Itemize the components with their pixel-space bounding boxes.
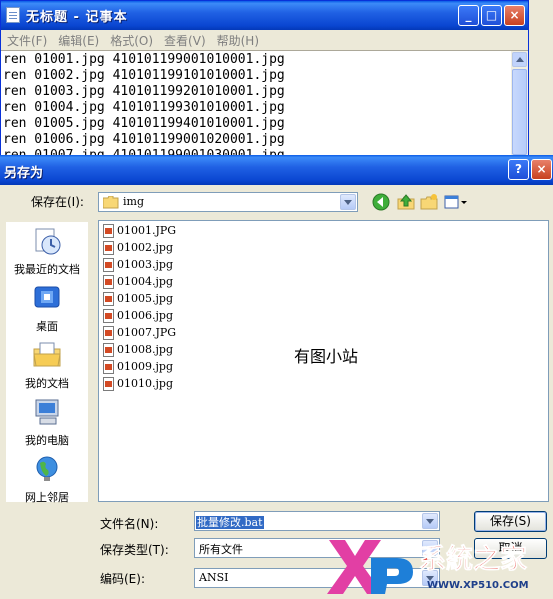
- text-line: ren 01005.jpg 410101199401010001.jpg: [3, 116, 285, 131]
- encoding-label: 编码(E):: [100, 572, 145, 586]
- file-name: 01010.jpg: [117, 377, 173, 390]
- chevron-down-icon[interactable]: [422, 513, 438, 529]
- filetype-label: 保存类型(T):: [100, 543, 169, 557]
- place-network[interactable]: 网上邻居: [6, 454, 88, 505]
- save-in-dropdown[interactable]: img: [98, 192, 358, 212]
- image-file-icon: [103, 224, 114, 238]
- image-file-icon: [103, 258, 114, 272]
- place-label: 网上邻居: [25, 491, 69, 504]
- place-label: 我的文档: [25, 377, 69, 390]
- file-name: 01001.JPG: [117, 224, 177, 237]
- place-my-documents[interactable]: 我的文档: [6, 340, 88, 391]
- file-name: 01002.jpg: [117, 241, 173, 254]
- text-line: ren 01003.jpg 410101199201010001.jpg: [3, 84, 285, 99]
- menu-edit[interactable]: 编辑(E): [52, 30, 104, 49]
- notepad-window: 无标题 - 记事本 _ □ × 文件(F) 编辑(E) 格式(O) 查看(V) 帮助(H…: [0, 0, 529, 160]
- save-in-label: 保存在(I):: [31, 195, 84, 209]
- image-file-icon: [103, 241, 114, 255]
- file-name: 01004.jpg: [117, 275, 173, 288]
- file-name: 01009.jpg: [117, 360, 173, 373]
- file-name: 01007.JPG: [117, 326, 177, 339]
- place-label: 我的电脑: [25, 434, 69, 447]
- scroll-up-icon[interactable]: [512, 52, 527, 67]
- up-folder-icon[interactable]: [396, 192, 416, 212]
- place-label: 桌面: [36, 320, 58, 333]
- filename-value: 批量修改.bat: [196, 516, 264, 529]
- image-file-icon: [103, 309, 114, 323]
- my-computer-icon: [35, 399, 59, 425]
- xp510-logo: 系統之家 WWW.XP510.COM: [327, 536, 553, 596]
- notepad-titlebar[interactable]: 无标题 - 记事本 _ □ ×: [1, 1, 528, 30]
- place-my-computer[interactable]: 我的电脑: [6, 397, 88, 448]
- help-button[interactable]: ?: [508, 159, 529, 180]
- dialog-titlebar[interactable]: 另存为 ? ×: [0, 155, 553, 185]
- chevron-down-icon[interactable]: [340, 194, 356, 210]
- dialog-title: 另存为: [4, 166, 44, 181]
- new-folder-icon[interactable]: [419, 192, 439, 212]
- svg-text:WWW.XP510.COM: WWW.XP510.COM: [427, 580, 529, 591]
- image-file-icon: [103, 275, 114, 289]
- view-menu-icon[interactable]: [443, 192, 469, 212]
- desktop-icon: [34, 286, 60, 308]
- watermark-text: 有图小站: [294, 347, 359, 366]
- folder-icon: [103, 196, 119, 209]
- filename-label: 文件名(N):: [100, 517, 159, 531]
- scroll-thumb[interactable]: [512, 69, 527, 155]
- place-recent[interactable]: 我最近的文档: [6, 226, 88, 277]
- text-line: ren 01001.jpg 410101199001010001.jpg: [3, 52, 285, 67]
- save-button[interactable]: 保存(S): [474, 511, 547, 532]
- place-label: 我最近的文档: [14, 263, 80, 276]
- notepad-icon: [6, 7, 20, 23]
- image-file-icon: [103, 360, 114, 374]
- image-file-icon: [103, 292, 114, 306]
- notepad-text-area[interactable]: ren 01001.jpg 410101199001010001.jpg ren …: [3, 52, 506, 159]
- xp-logo-icon: 系統之家 WWW.XP510.COM: [327, 540, 529, 594]
- file-name: 01006.jpg: [117, 309, 173, 322]
- filename-field[interactable]: 批量修改.bat: [194, 511, 440, 531]
- notepad-title: 无标题 - 记事本: [26, 10, 128, 25]
- image-file-icon: [103, 343, 114, 357]
- file-name: 01003.jpg: [117, 258, 173, 271]
- menu-view[interactable]: 查看(V): [158, 30, 211, 49]
- my-documents-icon: [33, 342, 61, 367]
- menu-help[interactable]: 帮助(H): [211, 30, 264, 49]
- text-line: ren 01002.jpg 410101199101010001.jpg: [3, 68, 285, 83]
- file-name: 01005.jpg: [117, 292, 173, 305]
- recent-documents-icon: [35, 228, 61, 255]
- dialog-close-button[interactable]: ×: [531, 159, 552, 180]
- image-file-icon: [103, 377, 114, 391]
- file-name: 01008.jpg: [117, 343, 173, 356]
- menu-format[interactable]: 格式(O): [104, 30, 158, 49]
- text-line: ren 01006.jpg 410101199001020001.jpg: [3, 132, 285, 147]
- text-line: ren 01004.jpg 410101199301010001.jpg: [3, 100, 285, 115]
- image-file-icon: [103, 326, 114, 340]
- close-button[interactable]: ×: [504, 5, 525, 26]
- encoding-value: ANSI: [199, 571, 229, 584]
- file-list[interactable]: 01001.JPG 01002.jpg 01003.jpg 01004.jpg …: [98, 220, 549, 502]
- notepad-menubar: 文件(F) 编辑(E) 格式(O) 查看(V) 帮助(H): [1, 30, 528, 51]
- save-in-value: img: [123, 195, 144, 208]
- places-bar: 我最近的文档 桌面 我的文档 我的电脑 网上邻居: [6, 222, 88, 505]
- svg-text:系統之家: 系統之家: [419, 543, 527, 575]
- menu-file[interactable]: 文件(F): [1, 30, 52, 49]
- minimize-button[interactable]: _: [458, 5, 479, 26]
- network-globe-icon: [36, 456, 58, 481]
- back-icon[interactable]: [371, 192, 391, 212]
- place-desktop[interactable]: 桌面: [6, 283, 88, 334]
- filetype-value: 所有文件: [199, 543, 243, 556]
- notepad-scrollbar[interactable]: [510, 51, 528, 159]
- maximize-button[interactable]: □: [481, 5, 502, 26]
